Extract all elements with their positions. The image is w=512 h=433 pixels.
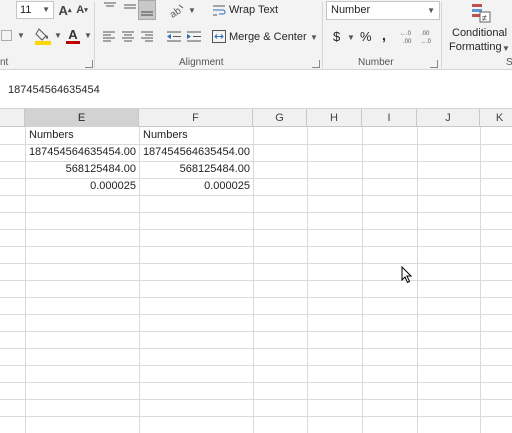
- svg-text:→.0: →.0: [420, 39, 432, 44]
- borders-icon[interactable]: [0, 27, 12, 43]
- cell-f1[interactable]: Numbers: [140, 127, 253, 144]
- chevron-down-icon: ▼: [188, 6, 196, 15]
- merge-center-icon: [211, 28, 227, 44]
- decrease-indent-button[interactable]: [165, 29, 182, 43]
- cell-e4[interactable]: 0.000025: [26, 178, 139, 195]
- percent-style-button[interactable]: %: [360, 29, 372, 44]
- number-format-select[interactable]: Number ▼: [326, 1, 440, 20]
- column-header-g[interactable]: G: [253, 109, 307, 127]
- decrease-decimal-button[interactable]: .00 →.0: [420, 27, 438, 45]
- wrap-text-button[interactable]: Wrap Text: [229, 4, 278, 16]
- column-gridline: [480, 127, 481, 433]
- row-gridline: [0, 297, 512, 298]
- cell-e1[interactable]: Numbers: [26, 127, 139, 144]
- row-gridline: [0, 365, 512, 366]
- cell-e2[interactable]: 187454564635454.00: [26, 144, 139, 161]
- group-divider: [322, 2, 323, 68]
- row-gridline: [0, 348, 512, 349]
- worksheet-grid[interactable]: E F G H I J K Numbers Numbers 1874545646…: [0, 109, 512, 433]
- conditional-formatting-icon: ≠: [469, 1, 493, 25]
- chevron-down-icon: ▼: [42, 5, 50, 14]
- column-gridline: [417, 127, 418, 433]
- increase-indent-button[interactable]: [185, 29, 202, 43]
- number-format-value: Number: [331, 4, 371, 16]
- cell-f2[interactable]: 187454564635454.00: [140, 144, 253, 161]
- cell-f4[interactable]: 0.000025: [140, 178, 253, 195]
- cell-f3[interactable]: 568125484.00: [140, 161, 253, 178]
- row-gridline: [0, 212, 512, 213]
- ribbon: 11 ▼ A ▴ A ▾ ▼ ▼ A ▼ nt ab ▼ Wrap Text M…: [0, 0, 512, 70]
- font-color-bar: [66, 41, 80, 44]
- row-gridline: [0, 314, 512, 315]
- conditional-formatting-label[interactable]: Conditional: [452, 27, 507, 39]
- increase-decimal-button[interactable]: ←.0.00: [400, 27, 418, 45]
- svg-text:.00: .00: [421, 31, 430, 37]
- row-gridline: [0, 416, 512, 417]
- alignment-dialog-launcher-icon[interactable]: [312, 60, 320, 68]
- column-header-row: E F G H I J K: [0, 109, 512, 127]
- column-header-partial[interactable]: [0, 109, 25, 127]
- font-size-select[interactable]: 11 ▼: [16, 1, 54, 19]
- row-gridline: [0, 246, 512, 247]
- chevron-down-icon: ▼: [427, 6, 435, 15]
- column-header-j[interactable]: J: [417, 109, 480, 127]
- column-header-e[interactable]: E: [25, 109, 139, 127]
- group-divider: [94, 2, 95, 68]
- svg-text:≠: ≠: [482, 13, 487, 23]
- fill-color-button[interactable]: [34, 26, 52, 46]
- row-gridline: [0, 382, 512, 383]
- font-size-value: 11: [20, 4, 32, 16]
- align-center-button[interactable]: [120, 29, 136, 43]
- orientation-button[interactable]: ab: [166, 1, 186, 19]
- top-align-button[interactable]: [101, 0, 119, 14]
- wrap-text-icon: [211, 2, 227, 18]
- row-gridline: [0, 263, 512, 264]
- column-gridline: [253, 127, 254, 433]
- font-dialog-launcher-icon[interactable]: [85, 60, 93, 68]
- middle-align-button[interactable]: [121, 0, 139, 14]
- formula-bar[interactable]: 187454564635454: [0, 79, 512, 103]
- number-dialog-launcher-icon[interactable]: [430, 60, 438, 68]
- row-gridline: [0, 399, 512, 400]
- chevron-down-icon: ▼: [347, 33, 355, 42]
- svg-text:.00: .00: [403, 39, 412, 44]
- svg-text:←.0: ←.0: [400, 31, 412, 37]
- font-color-button[interactable]: A: [64, 26, 82, 46]
- column-header-h[interactable]: H: [307, 109, 362, 127]
- align-right-button[interactable]: [139, 29, 155, 43]
- column-gridline: [307, 127, 308, 433]
- font-color-icon: A: [68, 27, 78, 42]
- row-gridline: [0, 331, 512, 332]
- ribbon-gap: [0, 70, 512, 79]
- row-gridline: [0, 229, 512, 230]
- number-group-label: Number: [358, 57, 394, 68]
- chevron-down-icon: ▼: [84, 31, 92, 40]
- conditional-formatting-label-2[interactable]: Formatting: [449, 41, 502, 53]
- accounting-format-button[interactable]: $: [333, 29, 340, 44]
- cell-e3[interactable]: 568125484.00: [26, 161, 139, 178]
- row-gridline: [0, 280, 512, 281]
- styles-group-label: S: [506, 57, 512, 68]
- merge-center-button[interactable]: Merge & Center: [229, 31, 307, 43]
- comma-style-button[interactable]: ,: [382, 27, 386, 43]
- align-left-button[interactable]: [101, 29, 117, 43]
- mouse-pointer-icon: [401, 265, 413, 287]
- bottom-align-button[interactable]: [138, 0, 156, 20]
- chevron-down-icon: ▼: [310, 33, 318, 42]
- formula-bar-value: 187454564635454: [8, 84, 100, 96]
- chevron-down-icon: ▼: [54, 31, 62, 40]
- alignment-group-label: Alignment: [179, 57, 224, 68]
- column-gridline: [362, 127, 363, 433]
- chevron-down-icon: ▼: [502, 44, 510, 53]
- column-header-k[interactable]: K: [480, 109, 512, 127]
- column-header-i[interactable]: I: [362, 109, 417, 127]
- decrease-font-size-button[interactable]: A ▾: [75, 2, 89, 18]
- group-divider: [441, 2, 442, 68]
- increase-font-size-button[interactable]: A ▴: [58, 2, 72, 18]
- column-header-f[interactable]: F: [139, 109, 253, 127]
- chevron-down-icon: ▼: [17, 31, 25, 40]
- font-group-label: nt: [0, 57, 9, 68]
- row-gridline: [0, 195, 512, 196]
